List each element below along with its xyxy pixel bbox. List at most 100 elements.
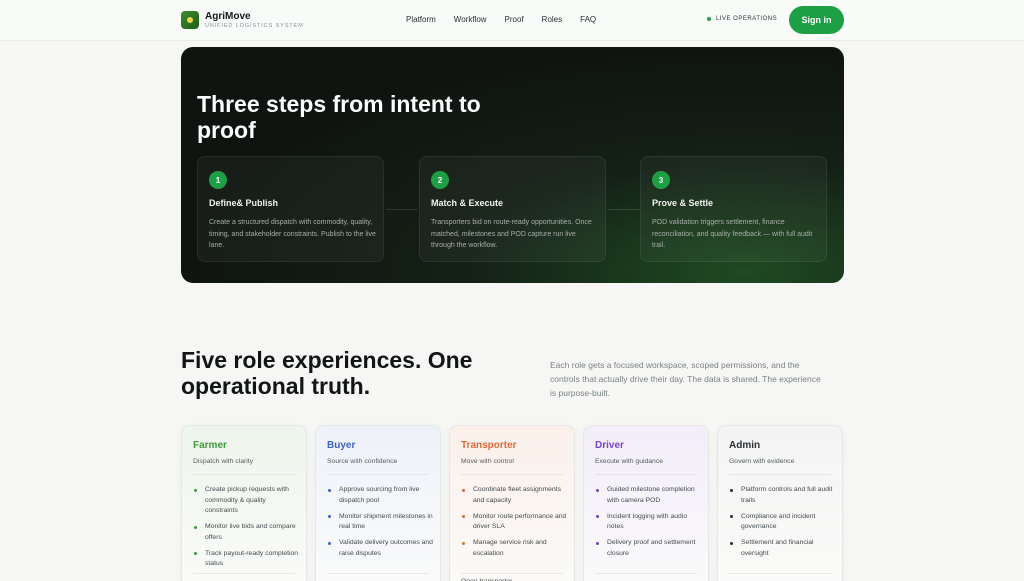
- divider: [327, 474, 429, 475]
- divider: [193, 573, 295, 574]
- sign-in-button[interactable]: Sign in: [789, 6, 844, 34]
- role-card-title: Transporter: [461, 440, 517, 451]
- live-dot-icon: [707, 17, 711, 21]
- bullet-dot-icon: [462, 515, 465, 518]
- roles-section-intro: Each role gets a focused workspace, scop…: [550, 360, 821, 398]
- bullet-dot-icon: [596, 488, 599, 492]
- role-card-subtitle: Source with confidence: [327, 458, 398, 465]
- role-card-title: Admin: [729, 440, 761, 451]
- live-status-indicator: LIVE OPERATIONS: [707, 16, 777, 22]
- step-card-1: 1 Define& Publish Create a structured di…: [197, 156, 384, 262]
- list-item-text: Guided milestone completion with camera …: [607, 486, 695, 504]
- step-title: Match & Execute: [431, 198, 504, 208]
- list-item-text: Track payout-ready completion status: [205, 549, 299, 568]
- list-item-text: Approve sourcing from live dispatch pool: [339, 486, 420, 504]
- step-card-2: 2 Match & Execute Transporters bid on ro…: [419, 156, 606, 262]
- step-title: Define& Publish: [209, 198, 279, 208]
- step-description: Create a structured dispatch with commod…: [209, 219, 376, 249]
- list-item: Coordinate fleet assignments and capacit…: [461, 485, 567, 506]
- top-navbar: AgriMove UNIFIED LOGISTICS SYSTEM Platfo…: [0, 0, 1024, 41]
- list-item: Track payout-ready completion status: [193, 549, 299, 570]
- bullet-dot-icon: [328, 488, 331, 492]
- bullet-dot-icon: [730, 515, 733, 518]
- step-number-badge: 2: [431, 171, 449, 189]
- list-item-text: Settlement and financial oversight: [741, 539, 814, 557]
- role-card-admin[interactable]: Admin Govern with evidence Platform contro…: [717, 425, 843, 581]
- step-number-badge: 3: [652, 171, 670, 189]
- role-card-buyer[interactable]: Buyer Source with confidence Approve sourc…: [315, 425, 441, 581]
- live-status-label: LIVE OPERATIONS: [716, 16, 778, 22]
- nav-link-platform[interactable]: Platform: [406, 15, 436, 24]
- role-feature-list: Approve sourcing from live dispatch pool…: [327, 485, 433, 565]
- brand-name[interactable]: AgriMove: [205, 11, 251, 22]
- list-item-text: Monitor live bids and compare offers: [205, 523, 296, 541]
- role-card-subtitle: Dispatch with clarity: [193, 458, 254, 465]
- list-item-text: Monitor shipment milestones in real time: [339, 512, 433, 531]
- bullet-dot-icon: [194, 525, 197, 529]
- step-card-3: 3 Prove & Settle POD validation triggers…: [640, 156, 827, 262]
- divider: [729, 474, 831, 475]
- list-item-text: Compliance and incident governance: [741, 512, 816, 531]
- step-number-badge: 1: [209, 171, 227, 189]
- list-item: Incident logging with audio notes: [595, 512, 701, 533]
- nav-link-faq[interactable]: FAQ: [580, 15, 596, 24]
- role-card-title: Driver: [595, 440, 624, 451]
- bullet-dot-icon: [194, 552, 197, 555]
- list-item-text: Incident logging with audio notes: [607, 512, 688, 531]
- hero-title: Three steps from intent to proof: [197, 91, 481, 143]
- bullet-dot-icon: [462, 488, 465, 492]
- list-item: Manage service risk and escalation: [461, 538, 567, 559]
- list-item-text: Delivery proof and settlement closure: [607, 539, 696, 557]
- list-item-text: Create pickup requests with commodity & …: [205, 486, 289, 514]
- role-card-farmer[interactable]: Farmer Dispatch with clarity Create pickup…: [181, 425, 307, 581]
- bullet-dot-icon: [328, 541, 331, 545]
- divider: [729, 573, 831, 574]
- list-item: Settlement and financial oversight: [729, 538, 835, 559]
- list-item: Monitor route performance and driver SLA: [461, 512, 567, 533]
- bullet-dot-icon: [596, 541, 599, 545]
- role-card-subtitle: Govern with evidence: [729, 458, 795, 465]
- bullet-dot-icon: [328, 515, 331, 518]
- step-connector: [608, 209, 640, 210]
- bullet-dot-icon: [194, 488, 197, 492]
- bullet-dot-icon: [596, 515, 599, 518]
- nav-link-workflow[interactable]: Workflow: [454, 15, 487, 24]
- step-description: Transporters bid on route-ready opportun…: [431, 219, 592, 249]
- role-card-subtitle: Execute with guidance: [595, 458, 664, 465]
- list-item-text: Platform controls and full audit trails: [741, 486, 833, 504]
- divider: [193, 474, 295, 475]
- bullet-dot-icon: [462, 541, 465, 545]
- role-card-title: Buyer: [327, 440, 356, 451]
- bullet-dot-icon: [730, 541, 733, 545]
- list-item: Platform controls and full audit trails: [729, 485, 835, 506]
- role-feature-list: Create pickup requests with commodity & …: [193, 485, 299, 575]
- nav-links: Platform Workflow Proof Roles FAQ: [406, 15, 614, 24]
- list-item: Create pickup requests with commodity & …: [193, 485, 299, 517]
- list-item: Guided milestone completion with camera …: [595, 485, 701, 506]
- step-description: POD validation triggers settlement, fina…: [652, 219, 813, 249]
- role-card-subtitle: Move with control: [461, 458, 514, 465]
- list-item-text: Monitor route performance and driver SLA: [473, 512, 567, 531]
- brand-tagline: UNIFIED LOGISTICS SYSTEM: [205, 23, 304, 29]
- list-item-text: Coordinate fleet assignments and capacit…: [473, 486, 562, 504]
- role-card-title: Farmer: [193, 440, 227, 451]
- step-connector: [386, 209, 418, 210]
- divider: [461, 573, 563, 574]
- nav-link-roles[interactable]: Roles: [542, 15, 562, 24]
- role-card-transporter[interactable]: Transporter Move with control Coordinate f…: [449, 425, 575, 581]
- role-feature-list: Platform controls and full audit trails C…: [729, 485, 835, 565]
- list-item-text: Manage service risk and escalation: [473, 539, 547, 557]
- role-feature-list: Coordinate fleet assignments and capacit…: [461, 485, 567, 565]
- brand-logo-icon[interactable]: [181, 11, 199, 29]
- bullet-dot-icon: [730, 488, 733, 492]
- list-item: Monitor live bids and compare offers: [193, 522, 299, 543]
- divider: [461, 474, 563, 475]
- roles-section-title: Five role experiences. One operational t…: [181, 347, 473, 399]
- divider: [595, 573, 697, 574]
- divider: [327, 573, 429, 574]
- nav-link-proof[interactable]: Proof: [505, 15, 524, 24]
- list-item: Validate delivery outcomes and raise dis…: [327, 538, 433, 559]
- role-card-driver[interactable]: Driver Execute with guidance Guided milest…: [583, 425, 709, 581]
- workflow-steps-panel: Three steps from intent to proof 1 Defin…: [181, 47, 844, 283]
- list-item-text: Validate delivery outcomes and raise dis…: [339, 539, 433, 557]
